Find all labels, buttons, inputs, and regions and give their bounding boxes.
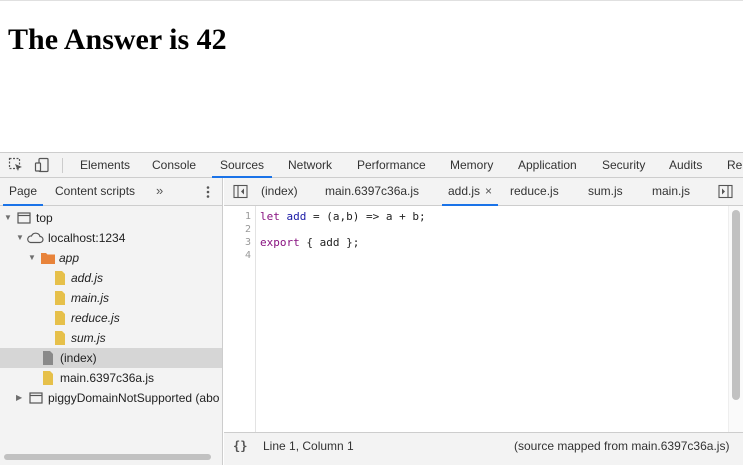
close-tab-icon[interactable]: × xyxy=(485,184,492,198)
tree-item-piggy-frame[interactable]: ▶ piggyDomainNotSupported (abo xyxy=(0,388,222,408)
folder-icon xyxy=(40,250,56,266)
line-number[interactable]: 2 xyxy=(245,223,251,236)
editor-vertical-scrollbar[interactable] xyxy=(728,206,743,432)
tree-item-label: main.6397c36a.js xyxy=(60,371,155,385)
tree-item-label: app xyxy=(59,251,80,265)
editor-tab-add-js[interactable]: add.js × xyxy=(441,178,499,206)
collapsed-triangle-icon[interactable]: ▶ xyxy=(16,388,22,408)
devtools-panel: Elements Console Sources Network Perform… xyxy=(0,152,743,465)
toggle-debugger-icon[interactable] xyxy=(718,184,733,199)
pretty-print-button[interactable]: {} xyxy=(233,433,247,459)
code-area[interactable]: let add = (a,b) => a + b; export { add }… xyxy=(260,206,730,432)
tree-item-top[interactable]: ▼ top xyxy=(0,208,222,228)
expanded-triangle-icon[interactable]: ▼ xyxy=(4,208,12,228)
tab-sources[interactable]: Sources xyxy=(211,153,273,178)
toggle-navigator-icon[interactable] xyxy=(233,184,248,199)
tree-item-label: localhost:1234 xyxy=(48,231,126,245)
tree-item-add-js[interactable]: add.js xyxy=(0,268,222,288)
editor-tab-index[interactable]: (index) xyxy=(261,178,298,205)
navigator-tab-content-scripts[interactable]: Content scripts xyxy=(55,178,135,205)
inspect-element-icon[interactable] xyxy=(8,157,24,173)
file-icon xyxy=(40,350,56,366)
tab-application[interactable]: Application xyxy=(518,153,577,178)
file-icon xyxy=(52,290,68,306)
navigator-tab-page[interactable]: Page xyxy=(2,178,44,206)
expanded-triangle-icon[interactable]: ▼ xyxy=(28,248,36,268)
file-icon xyxy=(52,310,68,326)
tab-network[interactable]: Network xyxy=(288,153,332,178)
tree-item-label: reduce.js xyxy=(71,311,120,325)
device-toolbar-icon[interactable] xyxy=(34,157,50,173)
tree-item-index[interactable]: (index) xyxy=(0,348,222,368)
kebab-menu-icon[interactable] xyxy=(201,185,215,199)
code-text: { add }; xyxy=(299,236,360,249)
frame-icon xyxy=(28,390,44,406)
tab-performance[interactable]: Performance xyxy=(357,153,426,178)
tab-audits[interactable]: Audits xyxy=(669,153,702,178)
tree-item-label: top xyxy=(36,211,53,225)
tab-elements[interactable]: Elements xyxy=(80,153,130,178)
scrollbar-thumb[interactable] xyxy=(732,210,740,400)
line-number[interactable]: 4 xyxy=(245,249,251,262)
tree-item-label: piggyDomainNotSupported (abo xyxy=(48,391,220,405)
tab-console[interactable]: Console xyxy=(152,153,196,178)
frame-icon xyxy=(16,210,32,226)
navigator-tabs: Page Content scripts » xyxy=(0,178,222,206)
tree-item-label: (index) xyxy=(60,351,97,365)
tree-item-main-js[interactable]: main.js xyxy=(0,288,222,308)
devtools-main-toolbar: Elements Console Sources Network Perform… xyxy=(0,152,743,178)
code-keyword: let xyxy=(260,210,280,223)
code-text: = (a,b) => a + b; xyxy=(306,210,426,223)
tree-item-reduce-js[interactable]: reduce.js xyxy=(0,308,222,328)
more-tabs-button[interactable]: » xyxy=(156,178,163,205)
editor-tab-sum-js[interactable]: sum.js xyxy=(588,178,623,205)
code-line-1[interactable]: let add = (a,b) => a + b; xyxy=(260,210,426,223)
cursor-position: Line 1, Column 1 xyxy=(263,439,354,453)
file-tree: ▼ top ▼ localhost:1234 ▼ app add.js main… xyxy=(0,208,222,451)
page-viewport: The Answer is 42 xyxy=(0,0,743,152)
editor-tab-main-js[interactable]: main.js xyxy=(652,178,690,205)
file-icon xyxy=(52,270,68,286)
line-number[interactable]: 1 xyxy=(245,210,251,223)
page-heading: The Answer is 42 xyxy=(8,23,227,56)
code-line-3[interactable]: export { add }; xyxy=(260,236,359,249)
code-identifier: add xyxy=(286,210,307,223)
tree-item-label: main.js xyxy=(71,291,110,305)
line-number-gutter: 1 2 3 4 xyxy=(224,206,256,432)
tab-security[interactable]: Security xyxy=(602,153,645,178)
editor-tab-main-bundle[interactable]: main.6397c36a.js xyxy=(325,178,419,205)
toolbar-divider xyxy=(62,158,63,173)
editor-tab-label: add.js xyxy=(448,184,481,198)
navigator-horizontal-scrollbar[interactable] xyxy=(4,454,211,460)
cloud-icon xyxy=(26,230,44,246)
tab-overflow[interactable]: Re xyxy=(727,153,742,178)
source-editor: (index) main.6397c36a.js add.js × reduce.… xyxy=(224,178,743,465)
editor-status-bar: {} Line 1, Column 1 (source mapped from … xyxy=(224,432,743,465)
file-icon xyxy=(52,330,68,346)
tab-memory[interactable]: Memory xyxy=(450,153,493,178)
tree-item-sum-js[interactable]: sum.js xyxy=(0,328,222,348)
line-number[interactable]: 3 xyxy=(245,236,251,249)
tree-item-label: add.js xyxy=(71,271,104,285)
expanded-triangle-icon[interactable]: ▼ xyxy=(16,228,24,248)
editor-tab-reduce-js[interactable]: reduce.js xyxy=(510,178,559,205)
editor-tab-strip: (index) main.6397c36a.js add.js × reduce.… xyxy=(224,178,743,206)
tree-item-label: sum.js xyxy=(71,331,106,345)
sources-navigator: Page Content scripts » ▼ top ▼ localhost… xyxy=(0,178,223,465)
tree-item-localhost[interactable]: ▼ localhost:1234 xyxy=(0,228,222,248)
tree-item-main-bundle[interactable]: main.6397c36a.js xyxy=(0,368,222,388)
tree-item-app[interactable]: ▼ app xyxy=(0,248,222,268)
source-map-info[interactable]: (source mapped from main.6397c36a.js) xyxy=(514,433,729,459)
file-icon xyxy=(40,370,56,386)
code-keyword: export xyxy=(260,236,300,249)
